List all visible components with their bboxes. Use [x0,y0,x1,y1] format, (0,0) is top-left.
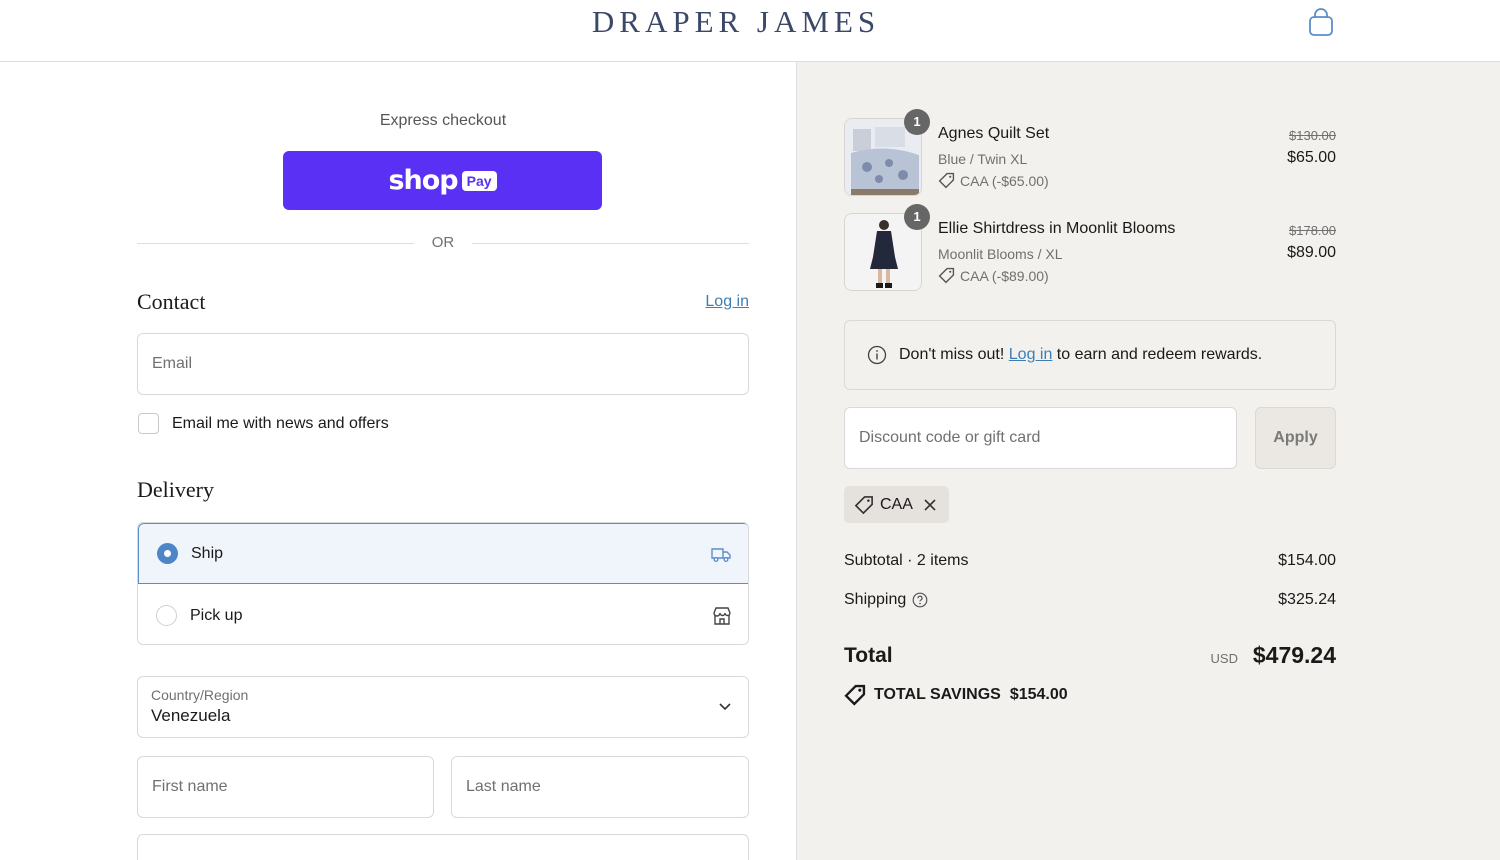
shop-pay-badge: Pay [461,170,497,191]
login-link[interactable]: Log in [705,293,749,311]
item-original-price: $130.00 [1289,128,1336,143]
chevron-down-icon [718,699,732,713]
first-name-wrapper [137,756,434,818]
news-offers-row: Email me with news and offers [138,413,389,434]
item-discount-label: CAA (-$89.00) [960,267,1049,284]
delivery-option-pickup[interactable]: Pick up [138,585,748,644]
total-label: Total [844,644,893,667]
or-label: OR [431,234,455,251]
pickup-radio[interactable] [156,605,177,626]
shopping-bag-icon[interactable] [1306,6,1336,38]
item-price: $65.00 [1287,149,1336,166]
item-original-price: $178.00 [1289,223,1336,238]
tag-icon [938,267,955,284]
item-discount-label: CAA (-$65.00) [960,172,1049,189]
country-select[interactable]: Country/Region Venezuela [137,676,749,738]
shipping-value: $325.24 [1278,591,1336,608]
shipping-row: Shipping $325.24 [844,591,1336,613]
line-item: 1 Agnes Quilt Set Blue / Twin XL CAA (-$… [844,109,1336,198]
news-offers-checkbox[interactable] [138,413,159,434]
apply-discount-button[interactable]: Apply [1255,407,1336,469]
store-icon [710,604,734,628]
last-name-field[interactable] [452,757,748,817]
pickup-label: Pick up [190,606,243,624]
brand-logo[interactable]: DRAPER JAMES [0,4,1472,40]
quantity-badge: 1 [904,204,930,230]
item-variant: Blue / Twin XL [938,151,1028,167]
tag-icon [938,172,955,189]
savings-tag-icon [844,684,866,706]
remove-code-close-icon[interactable] [923,498,937,512]
item-discount: CAA (-$89.00) [938,267,1049,284]
info-icon [867,345,887,365]
total-row: Total USD $479.24 [844,642,1336,672]
item-title: Agnes Quilt Set [938,125,1050,142]
rewards-banner: Don't miss out! Log in to earn and redee… [844,320,1336,390]
currency-code: USD [1210,651,1238,666]
discount-field-wrapper [844,407,1237,469]
total-value: $479.24 [1252,642,1336,668]
or-divider: OR [137,232,749,254]
quantity-badge: 1 [904,109,930,135]
shop-pay-logo: shop [388,165,458,196]
subtotal-value: $154.00 [1278,552,1336,569]
last-name-wrapper [451,756,749,818]
address-field[interactable] [137,834,749,860]
truck-icon [709,542,733,566]
savings-value: $154.00 [1009,686,1068,703]
savings-label: TOTAL SAVINGS [874,686,1001,703]
subtotal-label: Subtotal · 2 items [844,552,969,569]
delivery-method-group: Ship Pick up [137,522,749,645]
shop-pay-button[interactable]: shop Pay [283,151,602,210]
header: DRAPER JAMES [0,0,1500,62]
item-title: Ellie Shirtdress in Moonlit Blooms [938,220,1176,237]
help-circle-icon[interactable] [912,592,928,608]
tag-icon [854,495,873,514]
applied-code-chip: CAA [844,486,949,523]
item-discount: CAA (-$65.00) [938,172,1049,189]
item-price: $89.00 [1287,244,1336,261]
shipping-label-wrap: Shipping [844,591,928,609]
applied-code-label: CAA [880,495,913,513]
total-savings: TOTAL SAVINGS $154.00 [844,684,1068,706]
rewards-suffix: to earn and redeem rewards. [1052,346,1263,363]
discount-code-input[interactable] [845,408,1236,468]
rewards-login-link[interactable]: Log in [1009,346,1053,363]
rewards-text: Don't miss out! Log in to earn and redee… [899,346,1262,364]
country-value: Venezuela [151,706,231,725]
ship-radio[interactable] [157,543,178,564]
email-field-wrapper [137,333,749,395]
country-label: Country/Region [151,687,249,703]
subtotal-row: Subtotal · 2 items $154.00 [844,552,1336,574]
first-name-field[interactable] [138,757,433,817]
order-summary: 1 Agnes Quilt Set Blue / Twin XL CAA (-$… [796,62,1500,860]
email-field[interactable] [138,334,748,394]
contact-heading: Contact [137,289,206,314]
line-item: 1 Ellie Shirtdress in Moonlit Blooms Moo… [844,204,1336,293]
item-variant: Moonlit Blooms / XL [938,246,1063,262]
rewards-prefix: Don't miss out! [899,346,1009,363]
ship-label: Ship [191,544,224,562]
express-checkout-label: Express checkout [379,112,507,129]
delivery-option-ship[interactable]: Ship [138,523,748,584]
checkout-form: Express checkout shop Pay OR Contact Log… [0,62,796,860]
delivery-heading: Delivery [137,477,214,502]
news-offers-label: Email me with news and offers [172,414,389,432]
shipping-label: Shipping [844,591,907,608]
